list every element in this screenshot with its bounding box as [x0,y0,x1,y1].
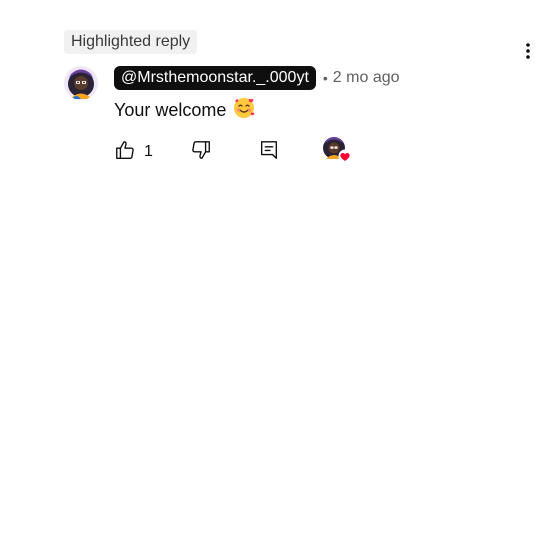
more-actions-icon[interactable] [518,40,538,62]
author-handle[interactable]: @Mrsthemoonstar._.000yt [114,66,316,90]
comment-header: @Mrsthemoonstar._.000yt • 2 mo ago [114,66,534,90]
highlighted-reply-label: Highlighted reply [71,33,191,50]
dislike-button[interactable] [190,140,212,164]
like-count: 1 [144,143,153,160]
highlighted-reply-badge: Highlighted reply [64,30,198,54]
author-avatar[interactable] [64,66,98,100]
thumbs-down-icon [190,139,212,166]
separator-dot: • [322,70,328,86]
like-button[interactable]: 1 [114,140,153,164]
smiling-face-with-hearts-icon [232,96,256,125]
comment-actions: 1 [114,136,374,169]
comment-body: @Mrsthemoonstar._.000yt • 2 mo ago Your … [114,66,534,125]
comment-timestamp[interactable]: 2 mo ago [333,69,400,87]
comment-text-row: Your welcome [114,96,534,125]
creator-heart [322,136,352,169]
comment-text: Your welcome [114,100,227,120]
reply-button[interactable] [258,140,280,164]
creator-heart-icon [322,136,352,169]
thumbs-up-icon [114,139,136,166]
reply-icon [258,139,280,166]
